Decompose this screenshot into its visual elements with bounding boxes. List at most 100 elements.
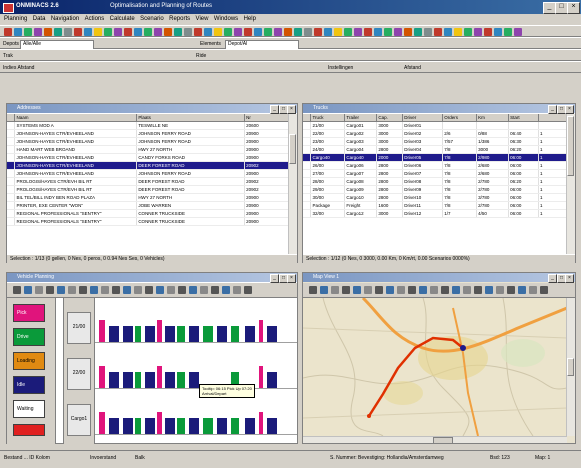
gantt-bar[interactable]	[259, 412, 263, 434]
map-vertical-scrollbar[interactable]	[566, 298, 575, 436]
panel-close-button[interactable]: ×	[565, 105, 574, 114]
undo-icon[interactable]	[314, 28, 322, 36]
map-tool-icon[interactable]	[408, 286, 416, 294]
trucks-scrollbar[interactable]	[566, 114, 575, 254]
table-row[interactable]: 30/00 Cargo10 2800 Driver10 7/8 3/780 06:00 1	[303, 193, 568, 202]
gantt-bar[interactable]	[203, 326, 213, 342]
redo-icon[interactable]	[84, 28, 92, 36]
print-icon[interactable]	[34, 28, 42, 36]
map-tool-icon[interactable]	[364, 286, 372, 294]
gantt-bar[interactable]	[267, 372, 277, 388]
map-tool-icon[interactable]	[386, 286, 394, 294]
gantt-bar[interactable]	[99, 366, 105, 388]
table-row[interactable]: JOHNSON-HAYES CTR/EVHEELAND DEER FOREST R…	[7, 161, 289, 170]
table-row[interactable]: BIL TEL/BILL INDY BEN ROAD PLAZA HWY 27 N…	[7, 193, 289, 202]
row-marker[interactable]	[7, 217, 16, 226]
map-tool-icon[interactable]	[375, 286, 383, 294]
scrollbar-thumb[interactable]	[289, 134, 296, 164]
gantt-bar[interactable]	[259, 366, 263, 388]
table-row[interactable]: 27/00 Cargo07 2800 Driver07 7/8 2/680 06:00 1	[303, 169, 568, 178]
gantt-tool-icon[interactable]	[123, 286, 131, 294]
row-marker[interactable]	[7, 169, 16, 178]
gantt-tool-icon[interactable]	[24, 286, 32, 294]
scrollbar-thumb[interactable]	[433, 437, 453, 443]
gantt-bar[interactable]	[245, 326, 255, 342]
map-tool-icon[interactable]	[540, 286, 548, 294]
table-row[interactable]: JOHNSON-HAYES CTR/EVHEELAND JOHNSON FERRY…	[7, 137, 289, 146]
save-icon[interactable]	[504, 28, 512, 36]
open-icon[interactable]	[134, 28, 142, 36]
close-button[interactable]: ×	[567, 2, 580, 14]
map-tool-icon[interactable]	[320, 286, 328, 294]
row-marker[interactable]	[7, 161, 16, 170]
cut-icon[interactable]	[284, 28, 292, 36]
map-tool-icon[interactable]	[496, 286, 504, 294]
table-row[interactable]: PROLOGIS/HAYES CTR/EVH BIL RT DEER FOREST…	[7, 185, 289, 194]
gantt-bar[interactable]	[245, 418, 255, 434]
gantt-bar[interactable]	[231, 326, 239, 342]
table-row[interactable]: HAND MART WEB BROAND HWY 27 NORTH 20900	[7, 145, 289, 154]
cut-icon[interactable]	[164, 28, 172, 36]
row-marker[interactable]	[303, 185, 312, 194]
column-header-name[interactable]: Naam	[14, 114, 138, 122]
table-row[interactable]: PRINTER, EXE CENTER "WON" JOBE WARREN 2090…	[7, 201, 289, 210]
panel-minimize-button[interactable]: _	[548, 105, 557, 114]
table-row[interactable]: REGIONAL PROFESSIONALS "SENTRY" CONNER TR…	[7, 217, 289, 226]
table-row[interactable]: 28/00 Cargo08 2800 Driver08 7/8 2/780 06:20 1	[303, 177, 568, 186]
gantt-tool-icon[interactable]	[46, 286, 54, 294]
column-header-marker[interactable]	[303, 114, 312, 122]
undo-icon[interactable]	[434, 28, 442, 36]
map-canvas[interactable]	[303, 298, 567, 436]
gantt-bar[interactable]	[165, 372, 175, 388]
menu-reports[interactable]: Reports	[169, 16, 190, 22]
row-marker[interactable]	[7, 121, 16, 130]
row-marker[interactable]	[7, 193, 16, 202]
truck-icon[interactable]	[474, 28, 482, 36]
gantt-bar[interactable]	[267, 418, 277, 434]
gantt-bar[interactable]	[99, 412, 105, 434]
gantt-chart[interactable]	[95, 298, 297, 444]
open-icon[interactable]	[254, 28, 262, 36]
scrollbar-thumb[interactable]	[567, 116, 574, 176]
gantt-bar[interactable]	[189, 326, 199, 342]
new-icon[interactable]	[364, 28, 372, 36]
map-tool-icon[interactable]	[342, 286, 350, 294]
menu-calculate[interactable]: Calculate	[110, 16, 135, 22]
table-row[interactable]: 23/00 Cargo03 3000 Driver03 7/57 1/386 06:30 1	[303, 137, 568, 146]
table-row[interactable]: 22/00 Cargo02 3000 Driver02 2/6 0/88 06:40 1	[303, 129, 568, 138]
redo-icon[interactable]	[204, 28, 212, 36]
gantt-tool-icon[interactable]	[244, 286, 252, 294]
map-tool-icon[interactable]	[463, 286, 471, 294]
save-icon[interactable]	[264, 28, 272, 36]
row-marker[interactable]	[303, 193, 312, 202]
row-marker[interactable]	[303, 209, 312, 218]
column-header-start[interactable]: Start	[508, 114, 540, 122]
route-icon[interactable]	[224, 28, 232, 36]
undo-icon[interactable]	[194, 28, 202, 36]
panel-minimize-button[interactable]: _	[548, 274, 557, 283]
map-tool-icon[interactable]	[430, 286, 438, 294]
paste-icon[interactable]	[304, 28, 312, 36]
panel-close-button[interactable]: ×	[287, 274, 296, 283]
gantt-tool-icon[interactable]	[68, 286, 76, 294]
addresses-scrollbar[interactable]	[288, 114, 297, 254]
gantt-tool-icon[interactable]	[134, 286, 142, 294]
table-row[interactable]: 29/00 Cargo09 2800 Driver09 7/8 2/780 06:00 1	[303, 185, 568, 194]
map-tool-icon[interactable]	[485, 286, 493, 294]
gantt-bar[interactable]	[203, 418, 213, 434]
menu-navigation[interactable]: Navigation	[51, 16, 79, 22]
column-header-truck[interactable]: Truck	[310, 114, 346, 122]
table-row[interactable]: 32/00 Cargo12 3000 Driver12 1/7 4/50 06:00 1	[303, 209, 568, 218]
new-icon[interactable]	[244, 28, 252, 36]
print-icon[interactable]	[274, 28, 282, 36]
zoom-icon[interactable]	[334, 28, 342, 36]
column-header-nr[interactable]: Nr	[244, 114, 289, 122]
undo-icon[interactable]	[74, 28, 82, 36]
open-icon[interactable]	[494, 28, 502, 36]
copy-icon[interactable]	[54, 28, 62, 36]
map-tool-icon[interactable]	[353, 286, 361, 294]
row-marker[interactable]	[7, 209, 16, 218]
map-tool-icon[interactable]	[452, 286, 460, 294]
row-marker[interactable]	[7, 185, 16, 194]
zoom-icon[interactable]	[454, 28, 462, 36]
